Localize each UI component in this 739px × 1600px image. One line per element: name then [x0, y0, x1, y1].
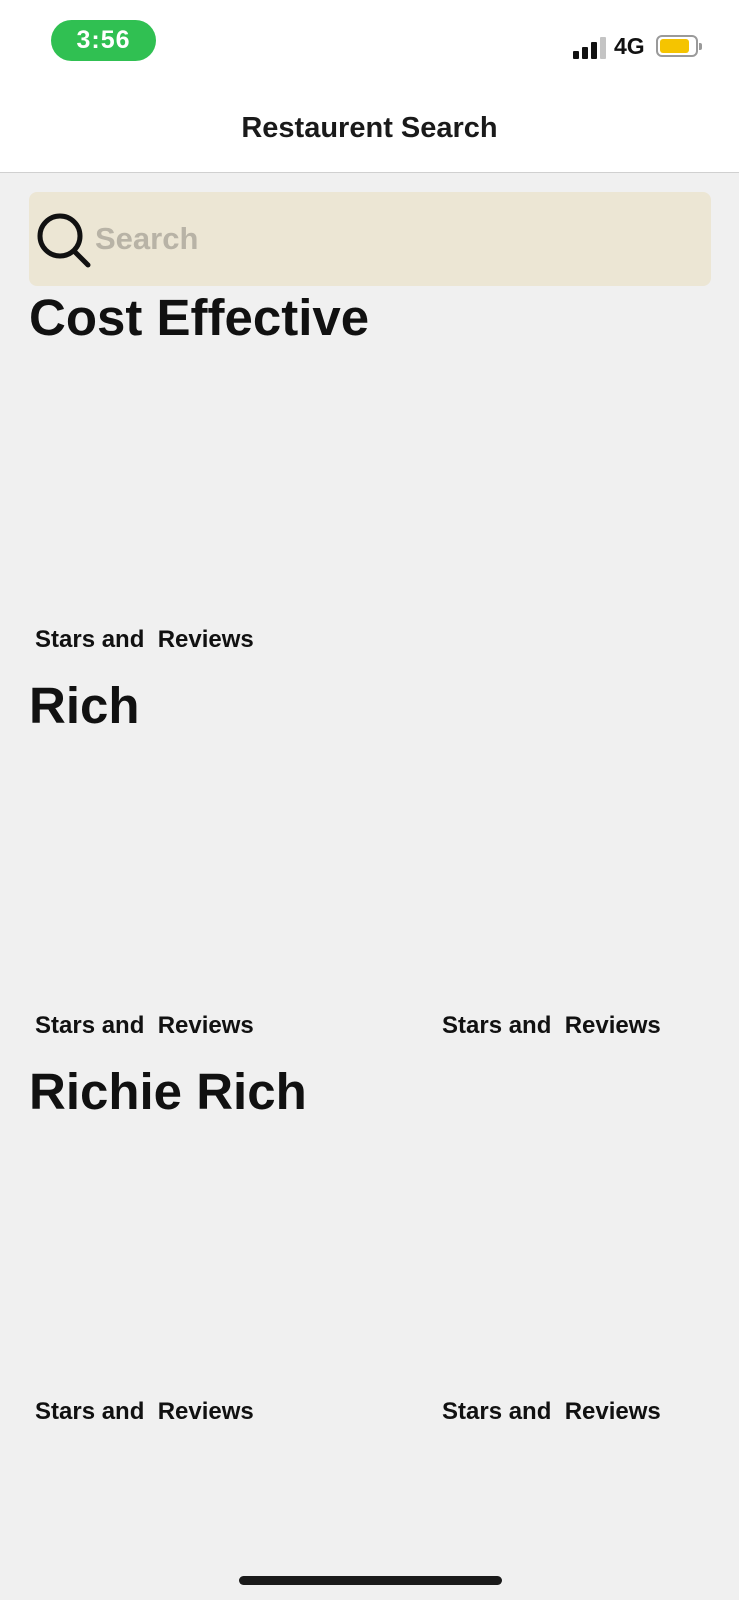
section-title-richie-rich: Richie Rich [29, 1063, 307, 1120]
card-label-stars-reviews[interactable]: Stars and Reviews [442, 1012, 661, 1040]
battery-icon [656, 35, 702, 57]
network-type: 4G [614, 33, 645, 59]
top-bar: 3:56 4G Restaurent Search [0, 0, 739, 173]
home-indicator[interactable] [239, 1576, 502, 1585]
page-title: Restaurent Search [241, 112, 498, 144]
cellular-signal-icon [573, 35, 606, 59]
section-title-cost-effective: Cost Effective [29, 289, 370, 346]
battery-level [660, 39, 689, 53]
search-icon [37, 213, 91, 268]
card-label-stars-reviews[interactable]: Stars and Reviews [442, 1398, 661, 1426]
search-input[interactable] [95, 212, 695, 266]
card-label-stars-reviews[interactable]: Stars and Reviews [35, 1398, 254, 1426]
card-label-stars-reviews[interactable]: Stars and Reviews [35, 1012, 254, 1040]
search-bar[interactable] [29, 192, 711, 286]
status-time: 3:56 [51, 20, 156, 61]
app-screen: 3:56 4G Restaurent Search Cost Effective… [0, 0, 739, 1600]
card-label-stars-reviews[interactable]: Stars and Reviews [35, 626, 254, 654]
section-title-rich: Rich [29, 677, 140, 734]
